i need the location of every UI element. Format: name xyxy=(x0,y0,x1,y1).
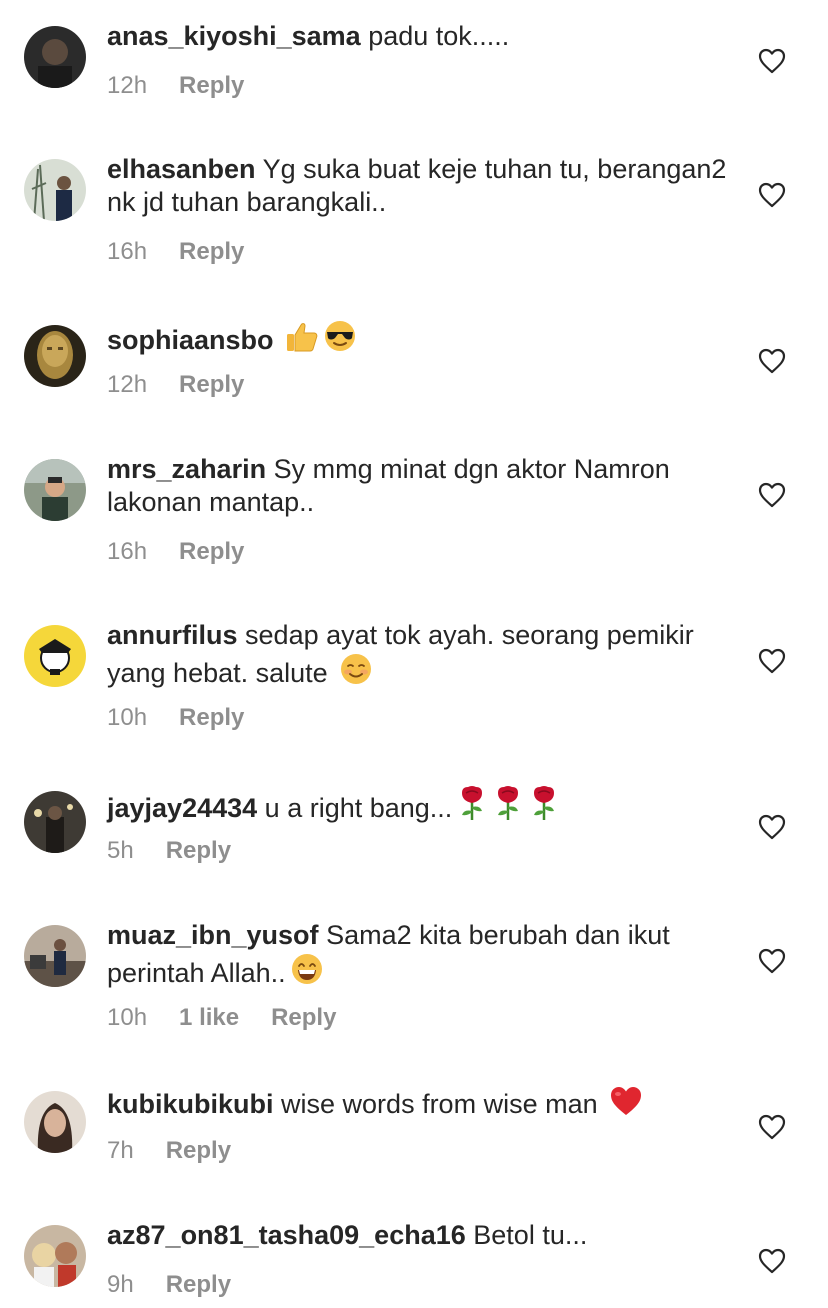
avatar[interactable] xyxy=(24,925,86,987)
heart-outline-icon[interactable] xyxy=(758,1114,786,1140)
comment-timestamp: 10h xyxy=(107,1004,148,1031)
reply-button[interactable]: Reply xyxy=(179,538,244,566)
comment-text: muaz_ibn_yusof Sama2 kita berubah dan ik… xyxy=(107,919,727,994)
grinning-face-emoji xyxy=(290,952,324,994)
heart-outline-icon[interactable] xyxy=(758,348,786,374)
comment-username[interactable]: mrs_zaharin xyxy=(107,454,266,484)
comment-meta: 10h 1 like Reply xyxy=(107,1004,336,1032)
comment-timestamp: 7h xyxy=(107,1137,134,1164)
comment-username[interactable]: kubikubikubi xyxy=(107,1089,274,1119)
red-heart-emoji xyxy=(609,1085,643,1125)
comment-body: wise words from wise man xyxy=(281,1089,598,1119)
heart-outline-icon[interactable] xyxy=(758,814,786,840)
rose-emoji xyxy=(456,785,488,829)
comment-meta: 10h Reply xyxy=(107,704,244,732)
comment-meta: 5h Reply xyxy=(107,837,231,865)
comment-text: annurfilus sedap ayat tok ayah. seorang … xyxy=(107,619,727,694)
comment-body: padu tok..... xyxy=(368,21,510,51)
comment-meta: 16h Reply xyxy=(107,238,244,266)
comment-timestamp: 16h xyxy=(107,238,148,265)
reply-button[interactable]: Reply xyxy=(179,704,244,732)
comment-meta: 7h Reply xyxy=(107,1137,231,1165)
reply-button[interactable]: Reply xyxy=(179,238,244,266)
avatar[interactable] xyxy=(24,791,86,853)
thumbs-up-emoji xyxy=(285,321,319,361)
comment-username[interactable]: jayjay24434 xyxy=(107,793,257,823)
comment-body: Betol tu... xyxy=(473,1220,588,1250)
comment-text: mrs_zaharin Sy mmg minat dgn aktor Namro… xyxy=(107,453,727,519)
rose-emoji xyxy=(492,785,524,829)
comment-body: u a right bang... xyxy=(264,793,453,823)
reply-button[interactable]: Reply xyxy=(166,837,231,865)
comment-username[interactable]: az87_on81_tasha09_echa16 xyxy=(107,1220,466,1250)
rose-emoji xyxy=(528,785,560,829)
heart-outline-icon[interactable] xyxy=(758,1248,786,1274)
avatar[interactable] xyxy=(24,459,86,521)
comment-timestamp: 10h xyxy=(107,704,148,731)
comment-text: anas_kiyoshi_sama padu tok..... xyxy=(107,20,727,53)
reply-button[interactable]: Reply xyxy=(271,1004,336,1032)
comment-username[interactable]: muaz_ibn_yusof xyxy=(107,920,319,950)
heart-outline-icon[interactable] xyxy=(758,48,786,74)
reply-button[interactable]: Reply xyxy=(166,1271,231,1299)
comment-username[interactable]: annurfilus xyxy=(107,620,238,650)
avatar[interactable] xyxy=(24,325,86,387)
comment-text: az87_on81_tasha09_echa16 Betol tu... xyxy=(107,1219,727,1252)
comment-username[interactable]: anas_kiyoshi_sama xyxy=(107,21,361,51)
reply-button[interactable]: Reply xyxy=(179,72,244,100)
reply-button[interactable]: Reply xyxy=(166,1137,231,1165)
comment-meta: 16h Reply xyxy=(107,538,244,566)
sunglasses-face-emoji xyxy=(323,319,357,361)
reply-button[interactable]: Reply xyxy=(179,371,244,399)
avatar[interactable] xyxy=(24,1225,86,1287)
comment-username[interactable]: sophiaansbo xyxy=(107,325,274,355)
comment-timestamp: 12h xyxy=(107,371,148,398)
avatar[interactable] xyxy=(24,625,86,687)
like-count[interactable]: 1 like xyxy=(179,1004,239,1032)
comment-timestamp: 16h xyxy=(107,538,148,565)
comment-username[interactable]: elhasanben xyxy=(107,154,256,184)
comment-meta: 9h Reply xyxy=(107,1271,231,1299)
comment-timestamp: 12h xyxy=(107,72,148,99)
comment-text: kubikubikubi wise words from wise man xyxy=(107,1085,727,1125)
avatar[interactable] xyxy=(24,26,86,88)
heart-outline-icon[interactable] xyxy=(758,182,786,208)
heart-outline-icon[interactable] xyxy=(758,648,786,674)
comment-text: sophiaansbo xyxy=(107,319,727,361)
comment-meta: 12h Reply xyxy=(107,371,244,399)
avatar[interactable] xyxy=(24,159,86,221)
comment-meta: 12h Reply xyxy=(107,72,244,100)
comment-text: jayjay24434 u a right bang... xyxy=(107,785,727,829)
heart-outline-icon[interactable] xyxy=(758,948,786,974)
comment-timestamp: 5h xyxy=(107,837,134,864)
smiling-face-emoji xyxy=(339,652,373,694)
comment-timestamp: 9h xyxy=(107,1271,134,1298)
heart-outline-icon[interactable] xyxy=(758,482,786,508)
comment-text: elhasanben Yg suka buat keje tuhan tu, b… xyxy=(107,153,727,219)
avatar[interactable] xyxy=(24,1091,86,1153)
